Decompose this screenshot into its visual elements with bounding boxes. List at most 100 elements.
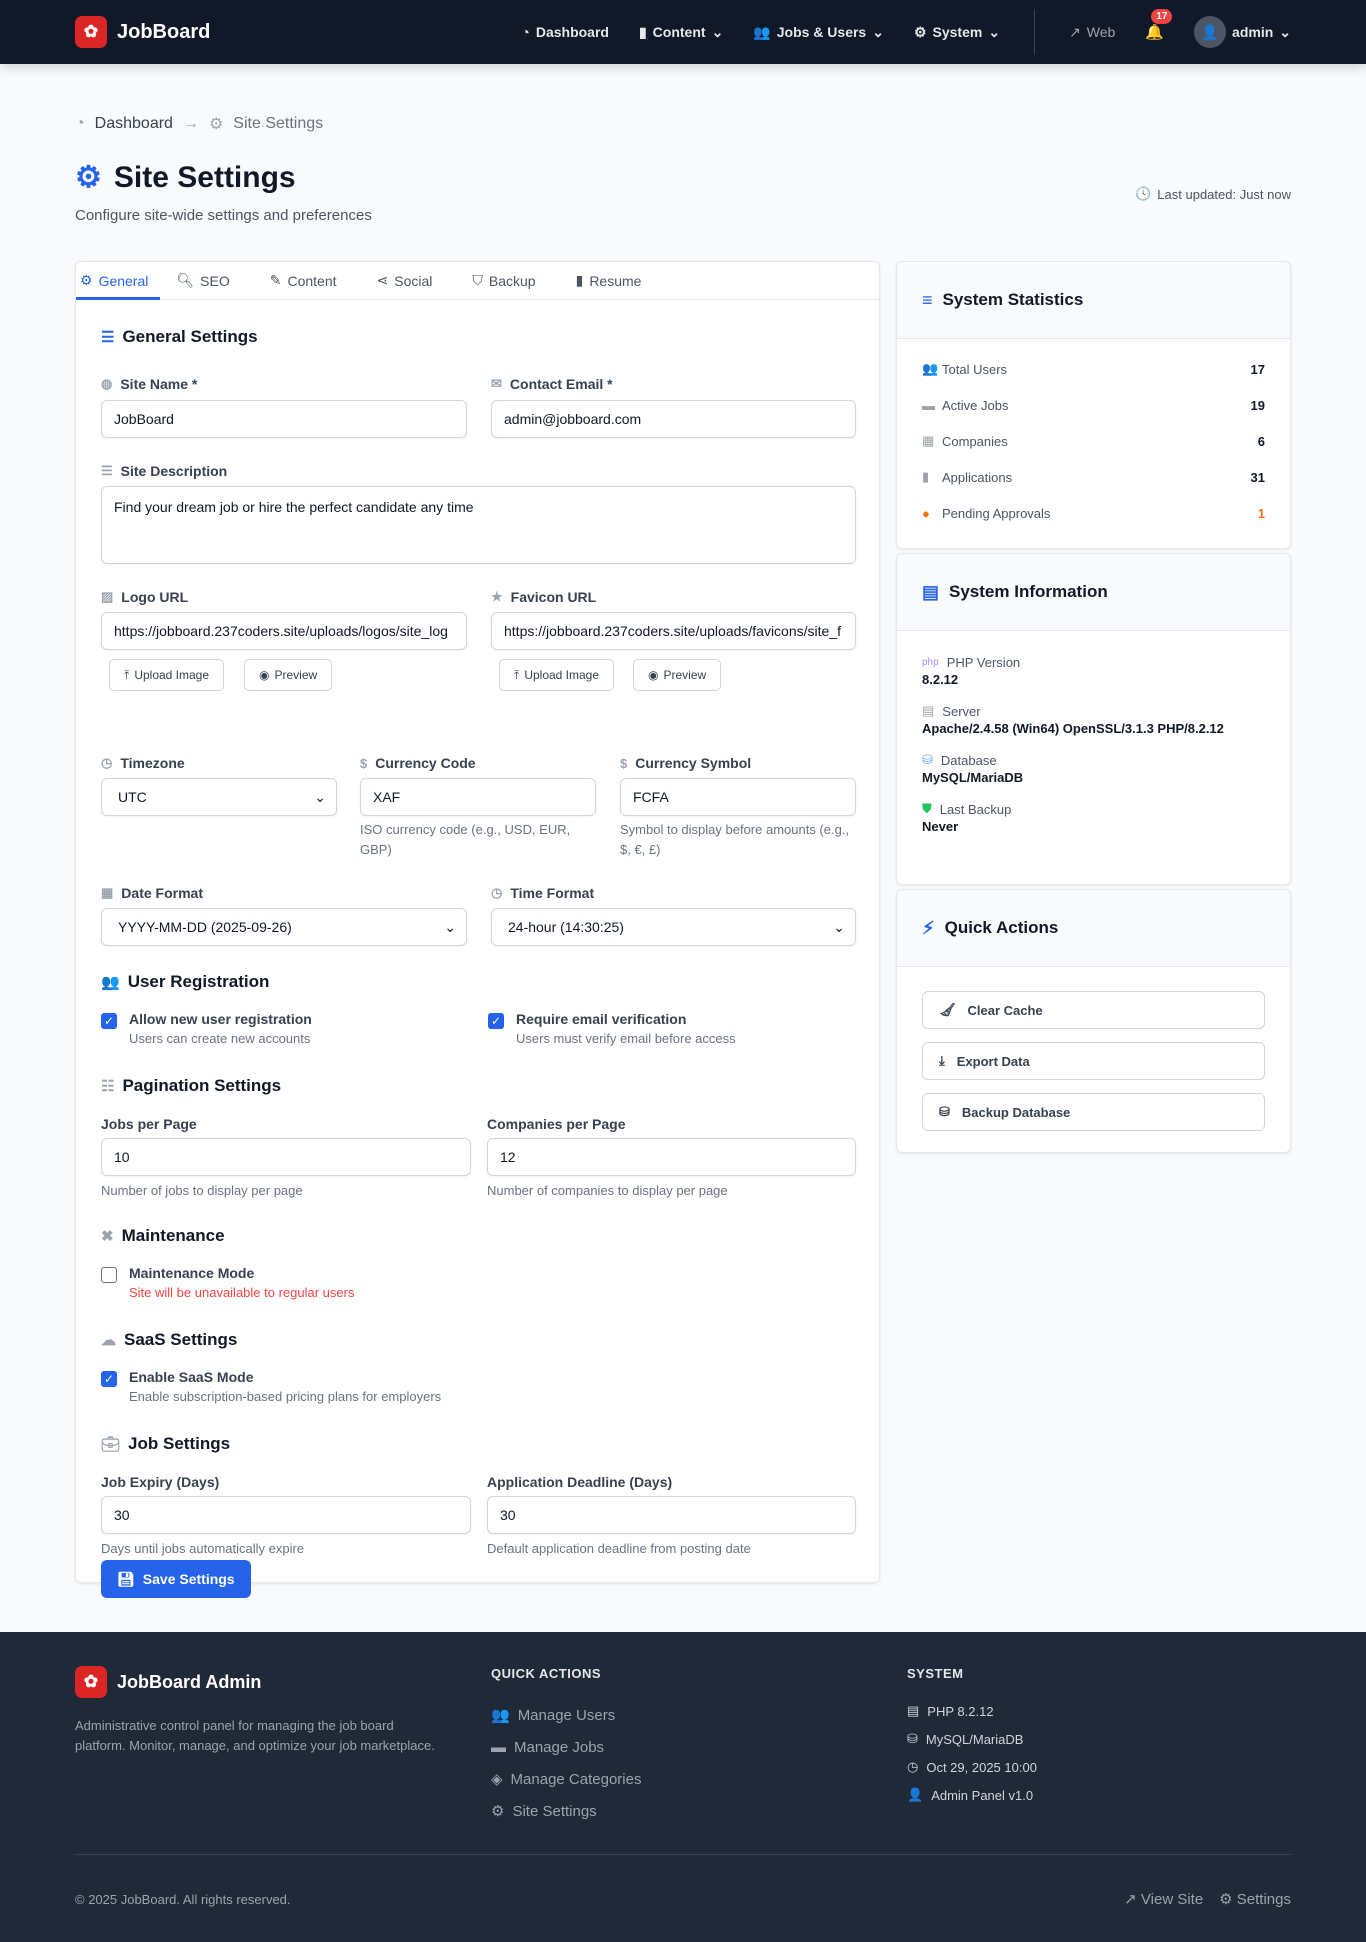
bolt-icon: ⚡︎: [922, 917, 935, 938]
breadcrumb: ◔ Dashboard → ⚙ Site Settings: [75, 114, 1291, 134]
tab-seo[interactable]: 🔍︎ SEO: [176, 262, 249, 299]
tab-social[interactable]: ⋖ Social: [377, 262, 453, 299]
jobs-per-page-label: Jobs per Page: [101, 1116, 197, 1132]
info-server: ▤ Server Apache/2.4.58 (Win64) OpenSSL/3.1…: [922, 703, 1224, 736]
notification-badge: 17: [1151, 9, 1173, 24]
footer-brand: ✿ JobBoard Admin: [75, 1666, 435, 1698]
tab-backup[interactable]: ⛉ Backup: [472, 262, 555, 299]
backup-database-button[interactable]: ⛁ Backup Database: [922, 1093, 1265, 1131]
saas-mode-checkbox[interactable]: ✓: [101, 1371, 117, 1387]
footer-divider: [75, 1854, 1291, 1855]
currency-symbol-label: $ Currency Symbol: [620, 755, 752, 771]
chevron-down-icon: ⌄: [1279, 23, 1291, 40]
stat-active-jobs: ▬ Active Jobs 19: [922, 397, 1265, 413]
server-icon: ▤: [922, 703, 935, 718]
broom-icon: 🧹︎: [939, 1002, 956, 1017]
companies-per-page-label: Companies per Page: [487, 1116, 626, 1132]
tab-resume[interactable]: ▮ Resume: [576, 262, 662, 299]
site-name-input[interactable]: JobBoard: [101, 400, 467, 438]
currency-code-input[interactable]: XAF: [360, 778, 596, 816]
card-header: ≡ System Statistics: [897, 262, 1290, 339]
nav-system[interactable]: ⚙ System ⌄: [914, 24, 1000, 41]
section-heading: ☰ General Settings: [101, 327, 258, 346]
allow-registration-checkbox[interactable]: ✓: [101, 1013, 117, 1029]
eye-icon: ◉: [259, 668, 270, 682]
export-data-button[interactable]: ⤓ Export Data: [922, 1042, 1265, 1080]
edit-icon: ✎: [269, 272, 282, 288]
server-icon: ▤: [907, 1703, 920, 1718]
save-settings-button[interactable]: 💾︎ Save Settings: [101, 1560, 251, 1598]
currency-symbol-input[interactable]: FCFA: [620, 778, 856, 816]
tab-content[interactable]: ✎ Content: [270, 262, 357, 299]
gear-icon: ⚙: [80, 272, 93, 288]
footer-link-manage-categories[interactable]: ◈ Manage Categories: [491, 1763, 641, 1795]
logo-upload-button[interactable]: ⤒ Upload Image: [109, 659, 225, 691]
footer-quick-actions-heading: QUICK ACTIONS: [491, 1666, 602, 1681]
brand-logo[interactable]: ✿ JobBoard: [75, 16, 210, 48]
stat-total-users: 👥 Total Users 17: [922, 361, 1265, 377]
timezone-label: ◷ Timezone: [101, 755, 185, 771]
application-deadline-input[interactable]: 30: [487, 1496, 856, 1534]
footer-description: Administrative control panel for managin…: [75, 1718, 435, 1753]
site-description-textarea[interactable]: Find your dream job or hire the perfect …: [101, 486, 856, 564]
date-format-select[interactable]: YYYY-MM-DD (2025-09-26) ⌄: [101, 908, 467, 946]
tab-general[interactable]: ⚙ General: [75, 262, 161, 300]
breadcrumb-home[interactable]: Dashboard: [95, 115, 173, 133]
favicon-preview-button[interactable]: ◉ Preview: [633, 659, 722, 691]
contact-email-input[interactable]: admin@jobboard.com: [491, 400, 856, 438]
require-verification-checkbox[interactable]: ✓: [488, 1013, 504, 1029]
currency-code-label: $ Currency Code: [360, 755, 476, 771]
nav-content[interactable]: ▮ Content ⌄: [639, 24, 723, 41]
footer-system-heading: SYSTEM: [907, 1666, 964, 1681]
clock-icon: 🕓: [1135, 186, 1152, 201]
dollar-icon: $: [360, 755, 368, 771]
gear-icon: ⚙: [208, 116, 224, 133]
logo-url-label: ▨ Logo URL: [101, 589, 189, 605]
card-header: ▤ System Information: [897, 554, 1290, 631]
clock-icon: ◷: [907, 1759, 919, 1774]
timezone-select[interactable]: UTC ⌄: [101, 778, 337, 816]
footer-link-site-settings[interactable]: ⚙ Site Settings: [491, 1795, 641, 1827]
top-navbar: ✿ JobBoard ◔ Dashboard ▮ Content ⌄ 👥 Jobs & U…: [0, 0, 1366, 64]
footer-version: 👤 Admin Panel v1.0: [907, 1787, 1034, 1803]
settings-tabs: ⚙ General 🔍︎ SEO ✎ Content ⋖ Social ⛉ Backup …: [75, 262, 879, 300]
favicon-upload-button[interactable]: ⤒ Upload Image: [499, 659, 615, 691]
clock-icon: ●: [922, 505, 930, 521]
companies-per-page-help: Number of companies to display per page: [487, 1183, 728, 1198]
nav-jobs-users[interactable]: 👥 Jobs & Users ⌄: [753, 24, 884, 41]
nav-divider: [1034, 9, 1036, 55]
gear-icon: ✿: [75, 1666, 107, 1698]
page-title: ⚙ Site Settings: [75, 160, 296, 195]
clear-cache-button[interactable]: 🧹︎ Clear Cache: [922, 991, 1265, 1029]
database-icon: ⛁: [922, 752, 933, 767]
list-icon: ☷: [101, 1078, 115, 1095]
logo-url-input[interactable]: https://jobboard.237coders.site/uploads/…: [101, 612, 467, 650]
download-icon: ⤓: [939, 1053, 945, 1068]
notifications-button[interactable]: 🔔 17: [1145, 9, 1173, 41]
footer-link-manage-jobs[interactable]: ▬ Manage Jobs: [491, 1731, 641, 1763]
image-icon: ▨: [101, 589, 114, 604]
job-expiry-input[interactable]: 30: [101, 1496, 471, 1534]
logo-preview-button[interactable]: ◉ Preview: [244, 659, 333, 691]
footer-settings-link[interactable]: ⚙ Settings: [1219, 1890, 1291, 1908]
maintenance-mode-checkbox[interactable]: [101, 1267, 117, 1283]
avatar: 👤: [1194, 16, 1227, 48]
footer-view-site-link[interactable]: ↗ View Site: [1124, 1890, 1203, 1908]
companies-per-page-input[interactable]: 12: [487, 1138, 856, 1176]
nav-web-link[interactable]: ↗ Web: [1069, 24, 1115, 41]
job-expiry-label: Job Expiry (Days): [101, 1474, 220, 1490]
jobs-per-page-input[interactable]: 10: [101, 1138, 471, 1176]
user-menu[interactable]: 👤 admin ⌄: [1194, 16, 1291, 48]
users-icon: 👥: [491, 1707, 510, 1724]
file-icon: ▮: [922, 469, 930, 484]
settings-card: ⚙ General 🔍︎ SEO ✎ Content ⋖ Social ⛉ Backup …: [75, 261, 880, 1598]
footer-php: ▤ PHP 8.2.12: [907, 1703, 994, 1719]
footer-link-manage-users[interactable]: 👥 Manage Users: [491, 1699, 641, 1731]
time-format-select[interactable]: 24-hour (14:30:25) ⌄: [491, 908, 856, 946]
database-icon: ⛁: [939, 1104, 950, 1119]
search-icon: 🔍︎: [176, 272, 195, 288]
clock-icon: ◷: [101, 755, 113, 770]
favicon-url-input[interactable]: https://jobboard.237coders.site/uploads/…: [491, 612, 856, 650]
nav-dashboard[interactable]: ◔ Dashboard: [521, 24, 609, 40]
saas-heading: ☁ SaaS Settings: [101, 1330, 238, 1349]
